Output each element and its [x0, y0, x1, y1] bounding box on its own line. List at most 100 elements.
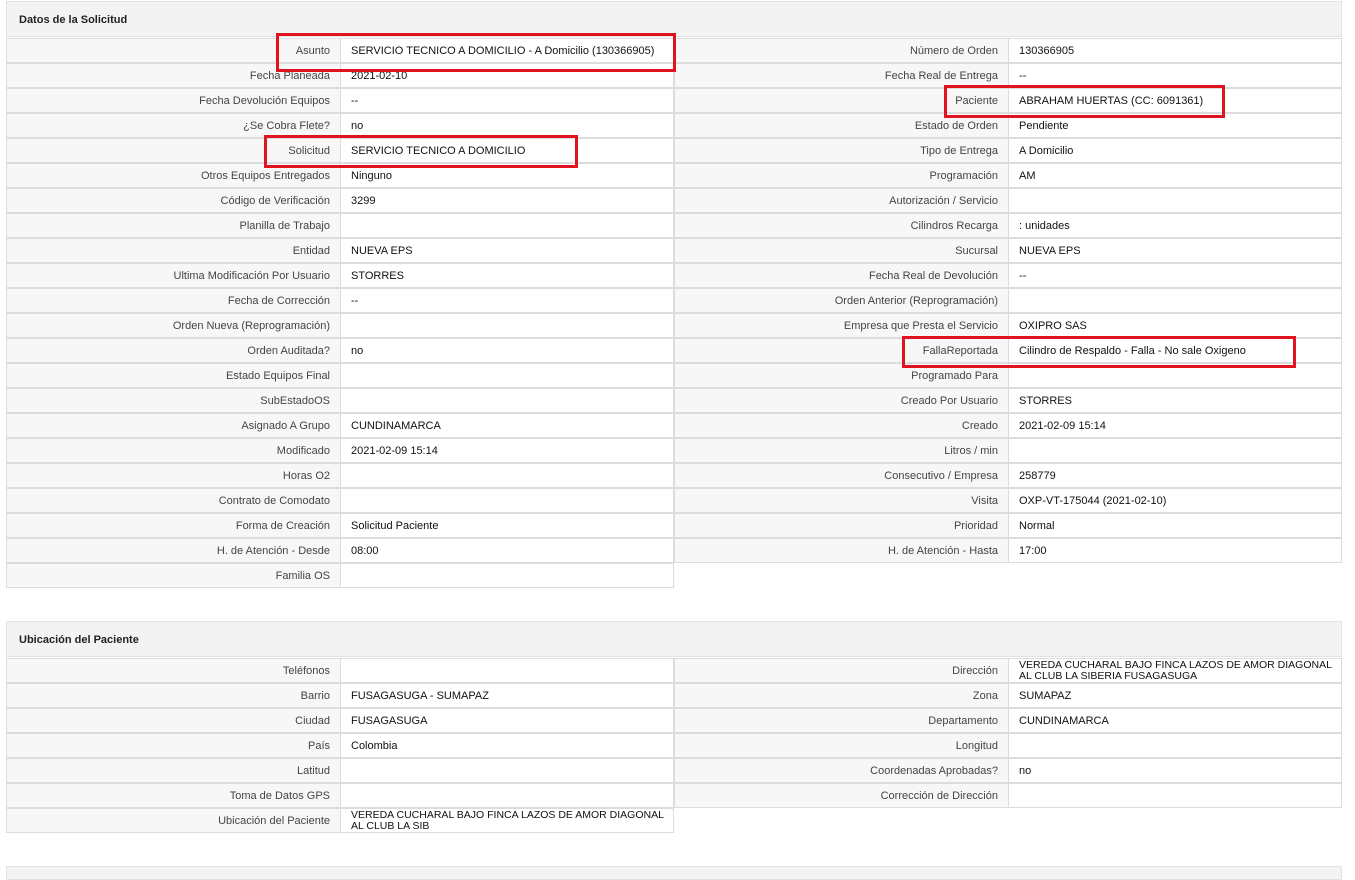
field-value: 2021-02-09 15:14 [340, 438, 674, 463]
field-label: Asunto [6, 38, 341, 63]
field-label: Otros Equipos Entregados [6, 163, 341, 188]
field-value: OXIPRO SAS [1008, 313, 1342, 338]
field-label: Tipo de Entrega [674, 138, 1009, 163]
field-value: 130366905 [1008, 38, 1342, 63]
field-value [340, 313, 674, 338]
field-value: Pendiente [1008, 113, 1342, 138]
field-value: SERVICIO TECNICO A DOMICILIO [340, 138, 674, 163]
field-value: no [1008, 758, 1342, 783]
field-label: Programado Para [674, 363, 1009, 388]
field-value [1008, 733, 1342, 758]
field-label: Fecha de Corrección [6, 288, 341, 313]
ubicacion-panel: Ubicación del Paciente [6, 621, 1342, 657]
field-value: A Domicilio [1008, 138, 1342, 163]
field-label: H. de Atención - Desde [6, 538, 341, 563]
field-value [340, 758, 674, 783]
field-value: no [340, 338, 674, 363]
field-label: Programación [674, 163, 1009, 188]
field-label: Asignado A Grupo [6, 413, 341, 438]
field-label: Departamento [674, 708, 1009, 733]
field-label: Número de Orden [674, 38, 1009, 63]
field-value: Cilindro de Respaldo - Falla - No sale O… [1008, 338, 1342, 363]
section-title-solicitud: Datos de la Solicitud [6, 1, 1342, 37]
field-label: Orden Auditada? [6, 338, 341, 363]
field-value [340, 363, 674, 388]
field-label: Visita [674, 488, 1009, 513]
field-label: Creado [674, 413, 1009, 438]
field-label: Latitud [6, 758, 341, 783]
field-label: Sucursal [674, 238, 1009, 263]
field-label: Código de Verificación [6, 188, 341, 213]
field-value [340, 488, 674, 513]
field-value [1008, 438, 1342, 463]
field-label: Planilla de Trabajo [6, 213, 341, 238]
field-label: Coordenadas Aprobadas? [674, 758, 1009, 783]
field-value: FUSAGASUGA - SUMAPAZ [340, 683, 674, 708]
field-value: AM [1008, 163, 1342, 188]
field-label: Teléfonos [6, 658, 341, 683]
field-value: 08:00 [340, 538, 674, 563]
field-label: Zona [674, 683, 1009, 708]
field-label: Prioridad [674, 513, 1009, 538]
field-label: País [6, 733, 341, 758]
field-label: Empresa que Presta el Servicio [674, 313, 1009, 338]
field-value: Colombia [340, 733, 674, 758]
field-label: Corrección de Dirección [674, 783, 1009, 808]
field-label: Consecutivo / Empresa [674, 463, 1009, 488]
field-value [340, 783, 674, 808]
field-value: 2021-02-10 [340, 63, 674, 88]
field-value: no [340, 113, 674, 138]
field-label: Horas O2 [6, 463, 341, 488]
field-label: SubEstadoOS [6, 388, 341, 413]
field-label: Orden Anterior (Reprogramación) [674, 288, 1009, 313]
field-value [1008, 363, 1342, 388]
field-label: Contrato de Comodato [6, 488, 341, 513]
field-value [340, 658, 674, 683]
field-value: Ninguno [340, 163, 674, 188]
field-value [340, 388, 674, 413]
field-label: Forma de Creación [6, 513, 341, 538]
field-label: H. de Atención - Hasta [674, 538, 1009, 563]
field-value: NUEVA EPS [340, 238, 674, 263]
field-value [340, 463, 674, 488]
field-label: FallaReportada [674, 338, 1009, 363]
field-label: Cilindros Recarga [674, 213, 1009, 238]
field-value: Normal [1008, 513, 1342, 538]
field-label: Ciudad [6, 708, 341, 733]
field-value [340, 563, 674, 588]
section-title-ubicacion: Ubicación del Paciente [6, 621, 1342, 657]
field-value: : unidades [1008, 213, 1342, 238]
field-value [1008, 783, 1342, 808]
field-value: ABRAHAM HUERTAS (CC: 6091361) [1008, 88, 1342, 113]
field-value: CUNDINAMARCA [1008, 708, 1342, 733]
field-label: Ubicación del Paciente [6, 808, 341, 833]
field-label: Estado Equipos Final [6, 363, 341, 388]
field-value [1008, 188, 1342, 213]
field-value: 17:00 [1008, 538, 1342, 563]
field-label: Longitud [674, 733, 1009, 758]
field-value: 3299 [340, 188, 674, 213]
field-label: Litros / min [674, 438, 1009, 463]
field-value: STORRES [340, 263, 674, 288]
field-value: STORRES [1008, 388, 1342, 413]
field-value: FUSAGASUGA [340, 708, 674, 733]
field-label: Estado de Orden [674, 113, 1009, 138]
field-value: OXP-VT-175044 (2021-02-10) [1008, 488, 1342, 513]
field-value: -- [1008, 263, 1342, 288]
field-value [340, 213, 674, 238]
field-label: Dirección [674, 658, 1009, 683]
field-value: Solicitud Paciente [340, 513, 674, 538]
field-label: Entidad [6, 238, 341, 263]
field-label: Solicitud [6, 138, 341, 163]
field-value: SUMAPAZ [1008, 683, 1342, 708]
field-label: Fecha Devolución Equipos [6, 88, 341, 113]
field-value: VEREDA CUCHARAL BAJO FINCA LAZOS DE AMOR… [340, 808, 674, 833]
field-value: 2021-02-09 15:14 [1008, 413, 1342, 438]
solicitud-panel: Datos de la Solicitud [6, 1, 1342, 37]
field-label: Creado Por Usuario [674, 388, 1009, 413]
field-value [1008, 288, 1342, 313]
field-value: -- [1008, 63, 1342, 88]
field-label: Barrio [6, 683, 341, 708]
field-label: Familia OS [6, 563, 341, 588]
field-label: Modificado [6, 438, 341, 463]
